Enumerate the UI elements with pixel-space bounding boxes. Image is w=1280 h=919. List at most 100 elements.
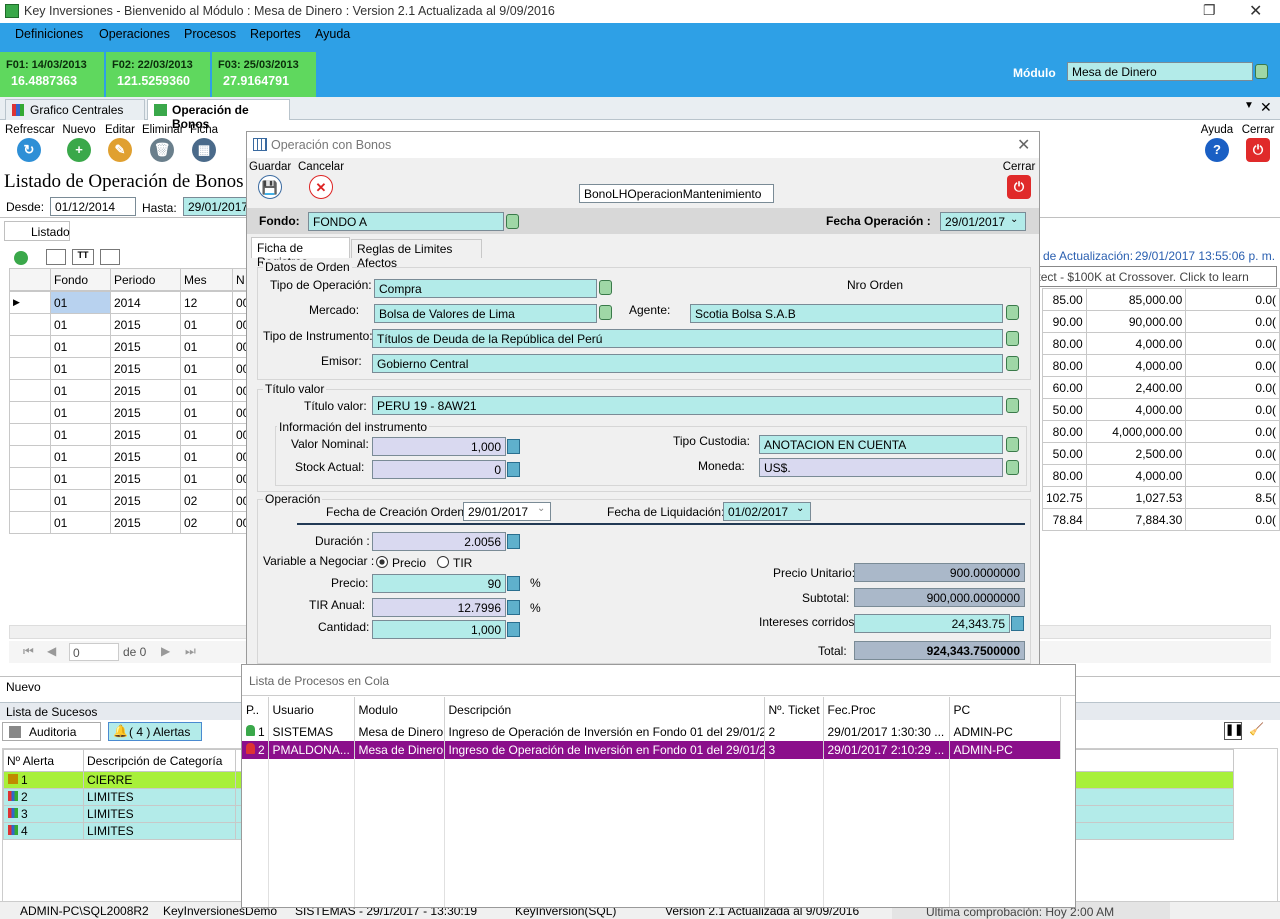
row-selector[interactable]: [9, 401, 51, 424]
tab-grafico-centrales[interactable]: Grafico Centrales: [5, 99, 145, 120]
alerts-col-header[interactable]: Descripción de Categoría: [83, 749, 236, 772]
first-page-icon[interactable]: ⏮: [23, 644, 34, 659]
prev-page-icon[interactable]: ◀: [47, 644, 56, 658]
refresh-small-icon[interactable]: [14, 251, 28, 265]
dialog-close-icon[interactable]: ✕: [1017, 135, 1030, 155]
cola-col-header[interactable]: P..: [242, 697, 269, 723]
list-icon[interactable]: [100, 249, 120, 265]
guardar-button[interactable]: Guardar 💾: [249, 161, 291, 199]
row-selector[interactable]: [9, 423, 51, 446]
agente-lookup-icon[interactable]: [1006, 305, 1019, 320]
table-row[interactable]: 90.00 90,000.00 0.0(: [1042, 310, 1280, 333]
intereses-field[interactable]: 24,343.75: [854, 614, 1010, 633]
fecha-op-dropdown-icon[interactable]: ⌄: [1010, 214, 1018, 225]
table-row[interactable]: 80.00 4,000.00 0.0(: [1042, 354, 1280, 377]
dropdown-icon[interactable]: ▼: [1244, 100, 1254, 111]
alerts-col-header[interactable]: Nº Alerta: [3, 749, 84, 772]
dialog-cerrar-button[interactable]: Cerrar ⏻: [1001, 161, 1037, 199]
precio-radio[interactable]: [376, 556, 388, 568]
creacion-dropdown-icon[interactable]: ⌄: [537, 503, 545, 514]
table-row[interactable]: 102.75 1,027.53 8.5(: [1042, 486, 1280, 509]
col-fondo[interactable]: Fondo: [50, 268, 111, 291]
table-row[interactable]: 60.00 2,400.00 0.0(: [1042, 376, 1280, 399]
table-row[interactable]: 50.00 4,000.00 0.0(: [1042, 398, 1280, 421]
row-selector[interactable]: [9, 335, 51, 358]
tab-reglas[interactable]: Reglas de Limites Afectos: [351, 239, 482, 270]
tipo-inst-field[interactable]: Títulos de Deuda de la República del Per…: [372, 329, 1003, 348]
table-row[interactable]: 01 2015 01 00: [9, 467, 254, 490]
page-input[interactable]: 0: [69, 643, 119, 661]
custodia-field[interactable]: ANOTACION EN CUENTA: [759, 435, 1003, 454]
row-selector[interactable]: [9, 379, 51, 402]
table-row[interactable]: 01 2015 01 00: [9, 401, 254, 424]
layout-icon[interactable]: [46, 249, 66, 265]
table-row[interactable]: 01 2015 02 00: [9, 489, 254, 512]
cancelar-button[interactable]: Cancelar ✕: [298, 161, 344, 199]
mercado-field[interactable]: Bolsa de Valores de Lima: [374, 304, 597, 323]
menu-procesos[interactable]: Procesos: [184, 27, 236, 41]
row-selector[interactable]: [9, 313, 51, 336]
new-button[interactable]: Nuevo +: [58, 124, 100, 162]
cola-col-header[interactable]: Nº. Ticket: [764, 697, 824, 723]
stock-calc-icon[interactable]: [507, 462, 520, 477]
table-row[interactable]: 85.00 85,000.00 0.0(: [1042, 288, 1280, 311]
desde-date[interactable]: 01/12/2014: [50, 197, 136, 216]
table-row[interactable]: 80.00 4,000.00 0.0(: [1042, 464, 1280, 487]
table-row[interactable]: 01 2015 01 00: [9, 313, 254, 336]
cola-row[interactable]: 2 PMALDONA... Mesa de Dinero Ingreso de Ope…: [242, 741, 1061, 759]
titulo-lookup-icon[interactable]: [1006, 398, 1019, 413]
row-selector[interactable]: [9, 511, 51, 534]
liquid-dropdown-icon[interactable]: ⌄: [796, 503, 804, 514]
nominal-field[interactable]: 1,000: [372, 437, 506, 456]
alertas-button[interactable]: 🔔( 4 ) Alertas: [108, 722, 202, 741]
hasta-date[interactable]: 29/01/2017: [183, 197, 247, 216]
menu-ayuda[interactable]: Ayuda: [315, 27, 350, 41]
stock-field[interactable]: 0: [372, 460, 506, 479]
exit-button[interactable]: Cerrar ⏻: [1240, 124, 1276, 162]
table-row[interactable]: 01 2015 01 00: [9, 379, 254, 402]
next-page-icon[interactable]: ▶: [161, 644, 170, 658]
close-tab-icon[interactable]: ✕: [1260, 99, 1272, 116]
edit-button[interactable]: Editar ✎: [102, 124, 138, 162]
table-row[interactable]: 01 2015 01 00: [9, 423, 254, 446]
cantidad-field[interactable]: 1,000: [372, 620, 506, 639]
cola-col-header[interactable]: Usuario: [268, 697, 355, 723]
fondo-field[interactable]: FONDO A: [308, 212, 504, 231]
cola-col-header[interactable]: Descripción: [444, 697, 765, 723]
menu-reportes[interactable]: Reportes: [250, 27, 301, 41]
emisor-lookup-icon[interactable]: [1006, 356, 1019, 371]
row-selector[interactable]: [9, 467, 51, 490]
custodia-lookup-icon[interactable]: [1006, 437, 1019, 452]
table-row[interactable]: 78.84 7,884.30 0.0(: [1042, 508, 1280, 531]
help-button[interactable]: Ayuda?: [1199, 124, 1235, 162]
listado-tab[interactable]: Listado: [4, 221, 70, 241]
mercado-lookup-icon[interactable]: [599, 305, 612, 320]
menu-definiciones[interactable]: Definiciones: [15, 27, 83, 41]
delete-button[interactable]: Eliminar 🗑: [142, 124, 184, 162]
table-row[interactable]: 50.00 2,500.00 0.0(: [1042, 442, 1280, 465]
row-selector[interactable]: [9, 445, 51, 468]
precio-calc-icon[interactable]: [507, 576, 520, 591]
last-page-icon[interactable]: ⏭: [185, 644, 196, 659]
titulo-field[interactable]: PERU 19 - 8AW21: [372, 396, 1003, 415]
cola-col-header[interactable]: PC: [949, 697, 1061, 723]
close-icon[interactable]: ✕: [1249, 1, 1262, 21]
ficha-button[interactable]: Ficha ▦: [188, 124, 220, 162]
row-selector[interactable]: [9, 489, 51, 512]
text-icon[interactable]: TT: [72, 249, 94, 265]
table-row[interactable]: 01 2015 01 00: [9, 357, 254, 380]
nominal-calc-icon[interactable]: [507, 439, 520, 454]
table-row[interactable]: ▶ 01 2014 12 00: [9, 291, 254, 314]
moneda-lookup-icon[interactable]: [1006, 460, 1019, 475]
tir-field[interactable]: 12.7996: [372, 598, 506, 617]
menu-operaciones[interactable]: Operaciones: [99, 27, 170, 41]
table-row[interactable]: 01 2015 01 00: [9, 335, 254, 358]
tir-calc-icon[interactable]: [507, 600, 520, 615]
modulo-field[interactable]: Mesa de Dinero: [1067, 62, 1253, 81]
col-mes[interactable]: Mes: [180, 268, 233, 291]
table-row[interactable]: 01 2015 02 00: [9, 511, 254, 534]
refresh-button[interactable]: Refrescar ↻: [5, 124, 55, 162]
duracion-calc-icon[interactable]: [507, 534, 520, 549]
fondo-lookup-icon[interactable]: [506, 214, 519, 229]
broom-icon[interactable]: 🧹: [1249, 722, 1267, 740]
